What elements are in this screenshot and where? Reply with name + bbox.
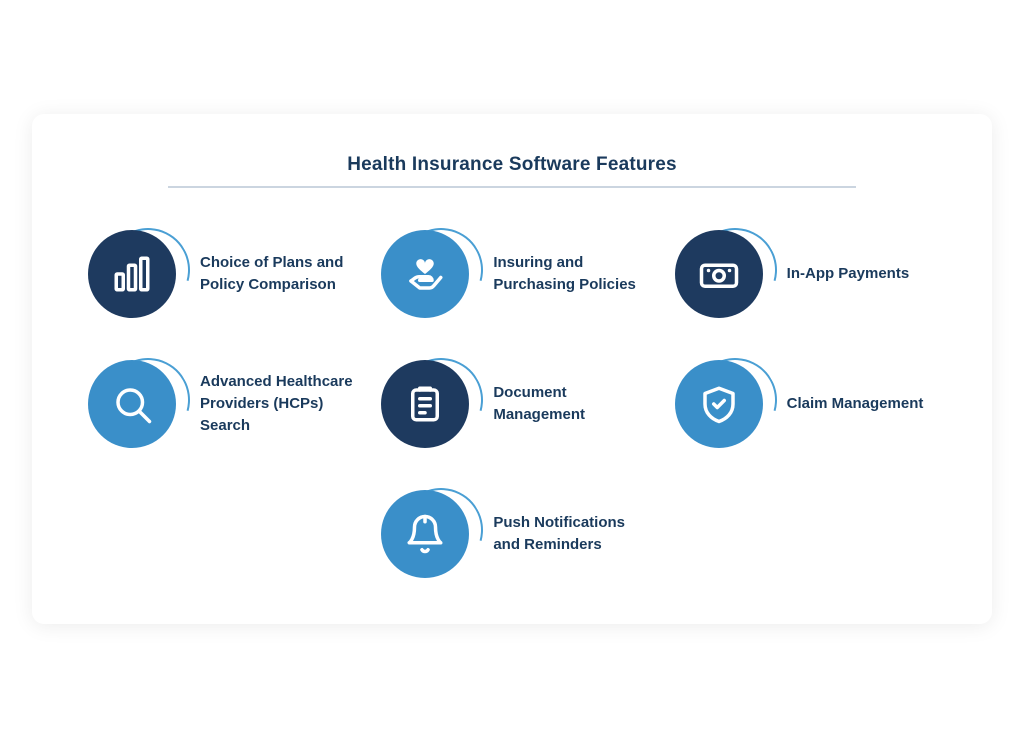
bar-chart-icon [111, 253, 153, 295]
icon-circle-payments [675, 230, 763, 318]
label-choice-plans: Choice of Plans and Policy Comparison [200, 252, 355, 296]
icon-wrapper-claim [669, 354, 769, 454]
label-healthcare: Advanced Healthcare Providers (HCPs) Sea… [200, 371, 355, 436]
label-claim: Claim Management [787, 393, 924, 415]
icon-wrapper-notifications [375, 484, 475, 584]
cash-icon [698, 253, 740, 295]
icon-wrapper-document [375, 354, 475, 454]
icon-circle-claim [675, 360, 763, 448]
feature-insuring: Insuring and Purchasing Policies [375, 224, 648, 324]
feature-notifications: Push Notifications and Reminders [375, 484, 648, 584]
feature-document: Document Management [375, 354, 648, 454]
icon-wrapper-choice-plans [82, 224, 182, 324]
icon-wrapper-healthcare [82, 354, 182, 454]
page-title: Health Insurance Software Features [347, 154, 677, 175]
feature-payments: In-App Payments [669, 224, 942, 324]
feature-claim: Claim Management [669, 354, 942, 454]
icon-circle-choice-plans [88, 230, 176, 318]
main-card: Health Insurance Software Features Choic… [32, 114, 992, 624]
icon-circle-insuring [381, 230, 469, 318]
icon-wrapper-insuring [375, 224, 475, 324]
label-notifications: Push Notifications and Reminders [493, 512, 648, 556]
icon-circle-notifications [381, 490, 469, 578]
shield-check-icon [698, 383, 740, 425]
bell-icon [404, 513, 446, 555]
icon-wrapper-payments [669, 224, 769, 324]
search-icon [111, 383, 153, 425]
label-document: Document Management [493, 382, 648, 426]
feature-choice-plans: Choice of Plans and Policy Comparison [82, 224, 355, 324]
hand-heart-icon [404, 253, 446, 295]
label-payments: In-App Payments [787, 263, 910, 285]
icon-circle-healthcare [88, 360, 176, 448]
features-grid: Choice of Plans and Policy Comparison In… [82, 224, 942, 584]
clipboard-icon [404, 383, 446, 425]
title-row: Health Insurance Software Features [82, 154, 942, 188]
feature-healthcare: Advanced Healthcare Providers (HCPs) Sea… [82, 354, 355, 454]
icon-circle-document [381, 360, 469, 448]
label-insuring: Insuring and Purchasing Policies [493, 252, 648, 296]
